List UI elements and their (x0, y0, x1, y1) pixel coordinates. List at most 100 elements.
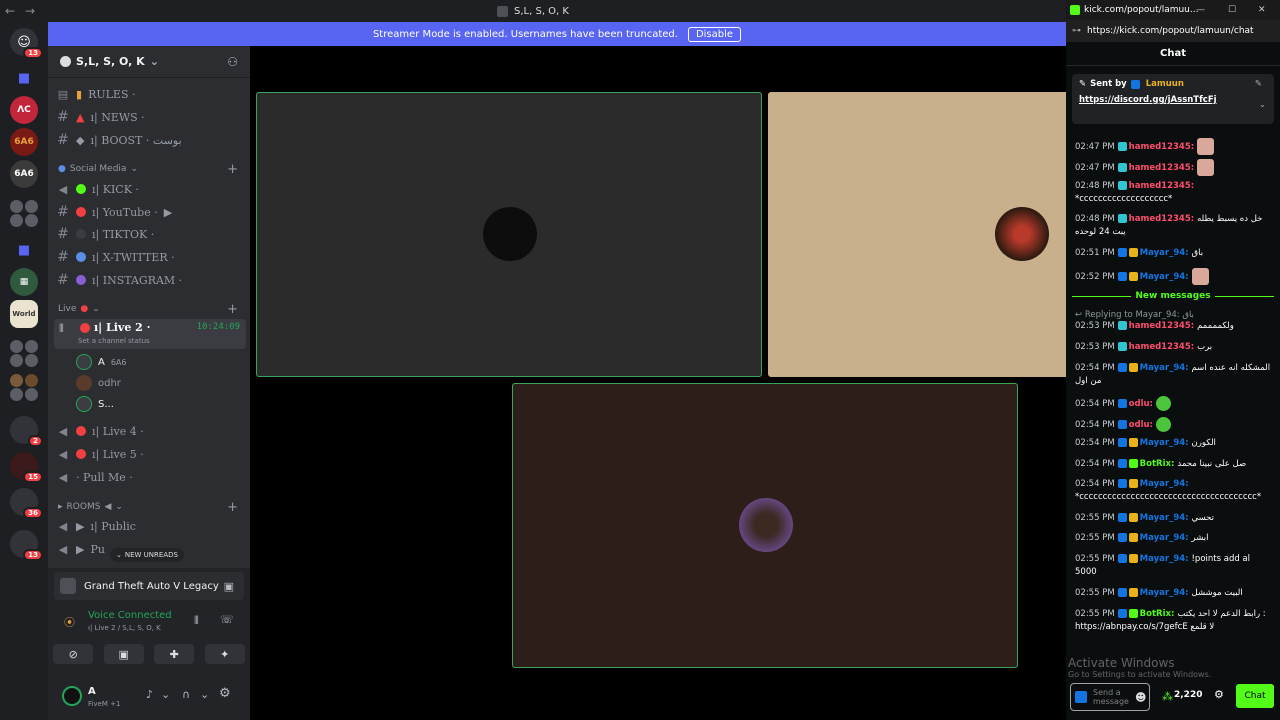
chat-message[interactable]: 02:48 PM hamed12345: خل ده يسبط يطله يبت … (1075, 213, 1273, 239)
message-username[interactable]: Mayar_94: (1140, 438, 1192, 448)
channel-live-4[interactable]: ◀ ı| Live 4 · (56, 421, 244, 441)
channel-live-2-selected[interactable]: ⦀ ı| Live 2 · 10:24:09 Set a channel sta… (54, 319, 246, 349)
message-username[interactable]: Mayar_94: (1140, 554, 1192, 564)
server-icon-6a6-2[interactable]: 6A6 (10, 160, 38, 188)
soundboard-button[interactable]: ✦ (204, 644, 245, 664)
chat-message[interactable]: 02:54 PM odlu: (1075, 417, 1273, 432)
direct-messages-button[interactable]: ☺ 13 (10, 28, 43, 59)
message-username[interactable]: BotRix: (1140, 459, 1178, 469)
message-username[interactable]: Mayar_94: (1140, 272, 1192, 282)
emote-icon[interactable]: ☻ (1135, 691, 1146, 704)
message-username[interactable]: hamed12345: (1129, 214, 1197, 224)
reply-context[interactable]: ↩ Replying to Mayar_94: باق (1075, 309, 1273, 322)
chevron-down-icon[interactable]: ⌄ (161, 688, 170, 701)
chat-message[interactable]: 02:54 PM odlu: (1075, 396, 1273, 411)
server-mini[interactable] (10, 340, 23, 353)
channel-news[interactable]: # ▲ ı| NEWS · (56, 107, 244, 127)
points-balance[interactable]: 2,220 (1174, 690, 1202, 700)
chat-message[interactable]: 02:55 PM Mayar_94: ابشر (1075, 532, 1273, 545)
server-icon-5[interactable]: 36 (10, 488, 43, 519)
message-username[interactable]: odlu: (1129, 420, 1156, 430)
message-username[interactable]: Mayar_94: (1140, 248, 1192, 258)
channel-instagram[interactable]: # ı| INSTAGRAM · (56, 270, 244, 290)
channel-pull-me[interactable]: ◀ · Pull Me · (56, 467, 244, 487)
server-icon-4[interactable]: 15 (10, 452, 43, 483)
channel-public[interactable]: ◀ ▶ ı| Public (56, 516, 244, 536)
message-username[interactable]: hamed12345: (1129, 181, 1194, 191)
chat-message[interactable]: 02:53 PM hamed12345: برب (1075, 341, 1273, 354)
user-avatar[interactable] (62, 686, 82, 706)
server-mini[interactable] (25, 200, 38, 213)
server-folder-2[interactable]: ■ (10, 236, 38, 264)
chat-message[interactable]: 02:51 PM Mayar_94: باق (1075, 247, 1273, 260)
chat-message[interactable]: 02:55 PM Mayar_94: تحسي (1075, 512, 1273, 525)
chevron-down-icon[interactable]: ⌄ (1259, 100, 1266, 110)
voice-user-s[interactable]: S... (76, 396, 114, 412)
channel-boost[interactable]: # ◆ ı| BOOST · بوست (56, 130, 244, 150)
participant-tile-2[interactable] (768, 92, 1078, 377)
voice-connected-status[interactable]: Voice Connected (88, 610, 172, 621)
message-username[interactable]: Mayar_94: (1140, 363, 1192, 373)
close-icon[interactable]: ✕ (1258, 5, 1266, 15)
server-icon-world[interactable]: World (10, 300, 38, 328)
server-icon-6[interactable]: 13 (10, 530, 43, 561)
chat-message[interactable]: 02:52 PM Mayar_94: (1075, 268, 1273, 285)
message-username[interactable]: Mayar_94: (1140, 588, 1192, 598)
category-live[interactable]: Live ● ⌄ (58, 304, 100, 314)
server-icon-1[interactable]: ΛC (10, 96, 38, 124)
signal-icon[interactable]: ⦿ (64, 614, 75, 630)
server-mini[interactable] (25, 340, 38, 353)
message-username[interactable]: Mayar_94: (1140, 533, 1192, 543)
chat-message[interactable]: 02:47 PM hamed12345: (1075, 138, 1273, 155)
microphone-icon[interactable]: ♪ (146, 688, 153, 701)
add-channel-icon[interactable]: + (227, 500, 238, 515)
message-username[interactable]: Mayar_94: (1140, 479, 1189, 489)
chevron-down-icon[interactable]: ⌄ (200, 688, 209, 701)
disconnect-icon[interactable]: ☏ (220, 613, 234, 626)
camera-off-button[interactable]: ⊘ (53, 644, 94, 664)
voice-channel-name[interactable]: ı| Live 2 / S,L, S, O, K (88, 624, 161, 632)
message-username[interactable]: hamed12345: (1129, 142, 1197, 152)
channel-live-5[interactable]: ◀ ı| Live 5 · (56, 444, 244, 464)
activities-button[interactable]: ✚ (154, 644, 195, 664)
server-mini[interactable] (25, 374, 38, 387)
chat-message[interactable]: 02:55 PM Mayar_94: !points add al 5000 (1075, 553, 1273, 579)
message-username[interactable]: Mayar_94: (1140, 513, 1192, 523)
channel-x-twitter[interactable]: # ı| X-TWITTER · (56, 247, 244, 267)
chat-message[interactable]: 02:54 PM Mayar_94: المشكله انه عنده اسم م… (1075, 362, 1273, 388)
channel-kick[interactable]: ◀ ı| KICK · (56, 179, 244, 199)
user-display-name[interactable]: A (88, 686, 96, 697)
message-username[interactable]: hamed12345: (1129, 342, 1197, 352)
message-username[interactable]: BotRix: (1140, 609, 1178, 619)
pinned-message[interactable]: ✎ Sent by Lamuun ✎ https://discord.gg/jA… (1072, 74, 1274, 124)
channel-youtube[interactable]: # ı| YouTube · ▶ (56, 202, 244, 222)
server-icon-6a6[interactable]: 6A6 (10, 128, 38, 156)
minimize-icon[interactable]: — (1196, 5, 1205, 15)
chat-message[interactable]: 02:48 PM hamed12345: *ccccccccccccccccccc… (1075, 180, 1273, 206)
add-channel-icon[interactable]: + (227, 302, 238, 317)
channel-status[interactable]: Set a channel status (78, 337, 150, 345)
server-mini[interactable] (10, 200, 23, 213)
add-channel-icon[interactable]: + (227, 162, 238, 177)
server-header[interactable]: S,L, S, O, K ⌄ ⚇ (48, 46, 250, 78)
server-mini[interactable] (25, 214, 38, 227)
chat-message[interactable]: 02:47 PM hamed12345: (1075, 159, 1273, 176)
server-icon-2[interactable]: ▦ (10, 268, 38, 296)
server-icon-3[interactable]: 2 (10, 416, 43, 447)
voice-user-a[interactable]: A 6A6 (76, 354, 127, 370)
disable-button[interactable]: Disable (687, 26, 742, 42)
server-mini[interactable] (10, 214, 23, 227)
activity-card[interactable]: Grand Theft Auto V Legacy ▣ (54, 572, 244, 600)
add-member-icon[interactable]: ⚇ (227, 55, 238, 69)
server-mini[interactable] (10, 374, 23, 387)
channel-rules[interactable]: ▤ ▮ RULES · (56, 84, 244, 104)
address-bar[interactable]: ⊶ https://kick.com/popout/lamuun/chat (1066, 20, 1280, 42)
server-mini[interactable] (25, 354, 38, 367)
channel-tiktok[interactable]: # ı| TIKTOK · (56, 224, 244, 244)
settings-gear-icon[interactable]: ⚙ (219, 686, 231, 701)
headphones-icon[interactable]: ∩ (182, 688, 190, 701)
server-folder[interactable]: ■ (10, 64, 38, 92)
chat-message[interactable]: 02:55 PM Mayar_94: البيت موششل (1075, 587, 1273, 600)
pinned-link[interactable]: https://discord.gg/jAssnTfcFj (1079, 95, 1267, 105)
message-username[interactable]: odlu: (1129, 399, 1156, 409)
